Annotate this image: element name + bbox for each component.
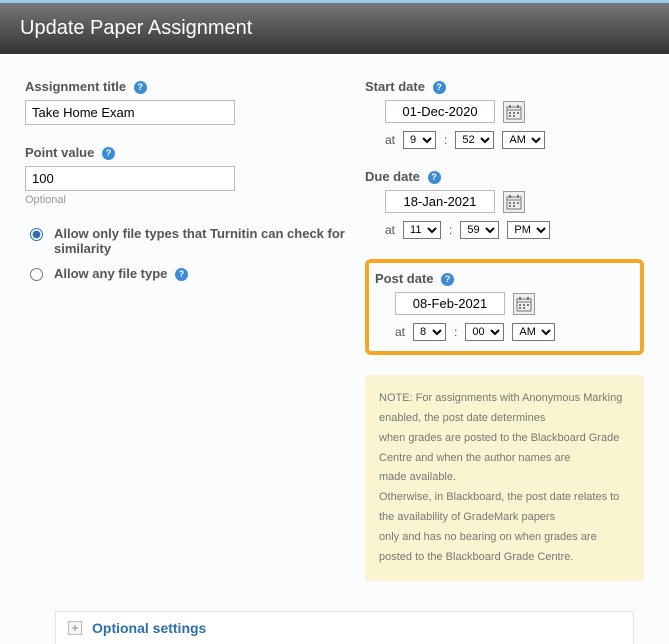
colon-text: : [444,133,447,147]
note-line: NOTE: For assignments with Anonymous Mar… [379,389,630,429]
help-icon[interactable]: ? [428,171,441,184]
point-value-label-text: Point value [25,145,94,160]
expand-icon[interactable]: + [68,621,82,635]
help-icon[interactable]: ? [433,81,446,94]
optional-settings-link[interactable]: Optional settings [92,620,206,636]
due-date-section: Due date ? at 11 : 59 PM [365,169,644,239]
point-value-label: Point value ? [25,145,350,160]
post-date-highlight: Post date ? at 8 : 00 AM [365,259,644,355]
help-icon[interactable]: ? [441,273,454,286]
radio-any-row[interactable]: Allow any file type ? [25,266,350,281]
post-date-label: Post date ? [375,271,634,286]
at-text: at [385,133,395,147]
calendar-icon[interactable] [503,101,525,123]
content-area: Assignment title ? Point value ? Optiona… [0,54,669,591]
file-type-radios: Allow only file types that Turnitin can … [25,226,350,281]
radio-any-label: Allow any file type ? [54,266,350,281]
radio-any-label-text: Allow any file type [54,266,167,281]
due-date-label-text: Due date [365,169,420,184]
colon-text: : [449,223,452,237]
radio-only[interactable] [30,228,43,241]
at-text: at [395,325,405,339]
due-hour-select[interactable]: 11 [403,221,441,239]
start-date-label-text: Start date [365,79,425,94]
start-time-line: at 9 : 52 AM [365,131,644,149]
post-date-input[interactable] [395,292,505,315]
calendar-svg [516,296,532,312]
radio-only-row[interactable]: Allow only file types that Turnitin can … [25,226,350,256]
point-value-input[interactable] [25,166,235,191]
start-hour-select[interactable]: 9 [403,131,436,149]
post-ampm-select[interactable]: AM [512,323,555,341]
post-hour-select[interactable]: 8 [413,323,446,341]
post-date-label-text: Post date [375,271,434,286]
assignment-title-field: Assignment title ? [25,79,350,125]
post-date-line [375,292,634,315]
optional-hint: Optional [25,194,350,206]
calendar-icon[interactable] [513,293,535,315]
optional-settings-bar[interactable]: + Optional settings [55,611,634,644]
start-date-line [365,100,644,123]
radio-any[interactable] [30,268,43,281]
help-icon[interactable]: ? [175,268,188,281]
due-time-line: at 11 : 59 PM [365,221,644,239]
point-value-field: Point value ? Optional [25,145,350,206]
assignment-title-input[interactable] [25,100,235,125]
help-icon[interactable]: ? [102,147,115,160]
post-min-select[interactable]: 00 [465,323,504,341]
note-line: when grades are posted to the Blackboard… [379,429,630,469]
page-root: Update Paper Assignment Assignment title… [0,0,669,644]
calendar-svg [506,104,522,120]
assignment-title-label: Assignment title ? [25,79,350,94]
start-date-input[interactable] [385,100,495,123]
calendar-svg [506,194,522,210]
note-line: only and has no bearing on when grades a… [379,528,630,568]
right-column: Start date ? at 9 : 52 AM [365,79,659,581]
due-date-line [365,190,644,213]
start-date-label: Start date ? [365,79,644,94]
page-header: Update Paper Assignment [0,0,669,54]
start-ampm-select[interactable]: AM [502,131,545,149]
due-date-label: Due date ? [365,169,644,184]
calendar-icon[interactable] [503,191,525,213]
start-min-select[interactable]: 52 [455,131,494,149]
help-icon[interactable]: ? [134,81,147,94]
start-date-section: Start date ? at 9 : 52 AM [365,79,644,149]
due-ampm-select[interactable]: PM [507,221,550,239]
left-column: Assignment title ? Point value ? Optiona… [25,79,350,581]
post-time-line: at 8 : 00 AM [375,323,634,341]
note-line: Otherwise, in Blackboard, the post date … [379,488,630,528]
radio-only-label: Allow only file types that Turnitin can … [54,226,350,256]
at-text: at [385,223,395,237]
note-line: made available. [379,468,630,488]
due-date-input[interactable] [385,190,495,213]
colon-text: : [454,325,457,339]
due-min-select[interactable]: 59 [460,221,499,239]
note-box: NOTE: For assignments with Anonymous Mar… [365,375,644,581]
page-title: Update Paper Assignment [20,17,252,39]
assignment-title-label-text: Assignment title [25,79,126,94]
